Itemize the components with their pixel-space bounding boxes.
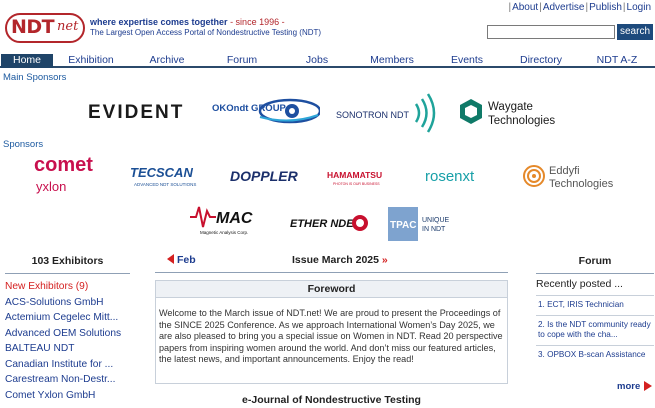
tpac-logo-text: TPAC xyxy=(390,220,416,231)
exhibitor-item[interactable]: ACS-Solutions GmbH xyxy=(5,297,130,313)
mac-logo-text: MAC xyxy=(216,210,253,227)
hamamatsu-logo[interactable]: HAMAMATSU PHOTON IS OUR BUSINESS xyxy=(327,169,407,187)
comet-yxlon-logo[interactable]: comet yxlon xyxy=(34,154,114,194)
exhibitor-item[interactable]: Carestream Non-Destr... xyxy=(5,374,130,390)
previous-issue-label: Feb xyxy=(177,254,196,266)
site-subtitle: The Largest Open Access Portal of Nondes… xyxy=(90,28,322,37)
sonotron-logo-text: SONOTRON NDT xyxy=(336,110,410,120)
nav-ndt-a-z[interactable]: NDT A-Z xyxy=(592,54,642,68)
forum-title[interactable]: Forum xyxy=(536,255,654,267)
doppler-logo-text: DOPPLER xyxy=(230,168,299,184)
login-link[interactable]: Login xyxy=(627,2,651,13)
waygate-logo-line1: Waygate xyxy=(488,101,533,113)
logo-suffix: net xyxy=(57,19,79,34)
search-input[interactable] xyxy=(487,25,615,39)
sponsors-title: Sponsors xyxy=(3,139,44,150)
forum-list: Recently posted ... 1. ECT, IRIS Technic… xyxy=(536,278,654,364)
issue-bar: Feb Issue March 2025 » xyxy=(155,251,508,273)
doppler-logo[interactable]: DOPPLER xyxy=(230,166,310,186)
search-button[interactable]: search xyxy=(617,24,653,40)
issue-title-text: Issue March 2025 xyxy=(292,254,379,266)
yxlon-logo-text: yxlon xyxy=(36,179,66,194)
logo-text: NDT xyxy=(11,16,55,38)
new-exhibitors-link[interactable]: New Exhibitors (9) xyxy=(5,281,130,297)
exhibitors-title[interactable]: 103 Exhibitors xyxy=(5,255,130,267)
nav-events[interactable]: Events xyxy=(446,54,488,68)
main-sponsors-title: Main Sponsors xyxy=(3,72,67,83)
tecscan-logo-text: TECSCAN xyxy=(130,165,193,180)
ndt-net-logo[interactable]: NDT net xyxy=(5,13,85,43)
mac-logo[interactable]: MAC Magnetic Analysis Corp. xyxy=(190,205,270,237)
rosenxt-logo-text: rosenxt xyxy=(425,168,475,185)
forum-post-link[interactable]: 1. ECT, IRIS Technician xyxy=(536,295,654,315)
eddyfi-logo[interactable]: Eddyfi Technologies xyxy=(522,162,627,190)
issue-title: Issue March 2025 » xyxy=(292,254,388,266)
ejournal-title: e-Journal of Nondestructive Testing xyxy=(242,394,421,406)
rosenxt-logo[interactable]: rosenxt xyxy=(425,166,505,186)
exhibitors-rule xyxy=(5,273,130,274)
advertise-link[interactable]: Advertise xyxy=(543,2,585,13)
mac-logo-subtext: Magnetic Analysis Corp. xyxy=(200,230,248,235)
top-links: |About|Advertise|Publish|Login xyxy=(508,2,651,13)
comet-logo-text: comet xyxy=(34,154,93,176)
foreword-panel: Foreword Welcome to the March issue of N… xyxy=(155,280,508,384)
forum-post-link[interactable]: 2. Is the NDT community ready to cope wi… xyxy=(536,314,654,345)
exhibitor-item[interactable]: Comet Yxlon GmbH xyxy=(5,390,130,406)
left-arrow-icon xyxy=(167,254,174,264)
forum-more-link[interactable]: more xyxy=(617,381,640,392)
okondt-logo-text: OKOndt GROUP xyxy=(212,103,287,114)
exhibitor-list: New Exhibitors (9) ACS-Solutions GmbH Ac… xyxy=(5,281,130,405)
nav-exhibition[interactable]: Exhibition xyxy=(62,54,120,68)
exhibitor-item[interactable]: Advanced OEM Solutions xyxy=(5,328,130,344)
ether-nde-logo-text: ETHER NDE xyxy=(290,218,354,230)
tagline-since: - since 1996 - xyxy=(227,17,285,27)
foreword-title: Foreword xyxy=(156,281,507,298)
exhibitor-item[interactable]: Actemium Cegelec Mitt... xyxy=(5,312,130,328)
tpac-logo[interactable]: TPAC UNIQUE IN NDT xyxy=(388,207,464,241)
nav-home[interactable]: Home xyxy=(1,54,53,68)
hamamatsu-logo-text: HAMAMATSU xyxy=(327,170,382,180)
waygate-logo-line2: Technologies xyxy=(488,115,555,127)
tecscan-logo-subtext: ADVANCED NDT SOLUTIONS xyxy=(134,182,196,187)
nav-directory[interactable]: Directory xyxy=(514,54,568,68)
ether-nde-logo[interactable]: ETHER NDE xyxy=(290,212,370,236)
foreword-text: Welcome to the March issue of NDT.net! W… xyxy=(159,308,503,365)
recently-posted-heading: Recently posted ... xyxy=(536,278,623,290)
eddyfi-logo-text: Eddyfi xyxy=(549,165,580,177)
exhibitor-item[interactable]: Canadian Institute for ... xyxy=(5,359,130,375)
right-arrow-icon[interactable] xyxy=(644,381,652,391)
tecscan-logo[interactable]: TECSCAN ADVANCED NDT SOLUTIONS xyxy=(130,165,214,189)
nav-forum[interactable]: Forum xyxy=(220,54,264,68)
tpac-logo-subtext1: UNIQUE xyxy=(422,217,450,224)
tpac-logo-subtext2: IN NDT xyxy=(422,226,446,233)
forum-post-link[interactable]: 3. OPBOX B-scan Assistance xyxy=(536,344,654,365)
nav-jobs[interactable]: Jobs xyxy=(300,54,334,68)
evident-logo-text: EVIDENT xyxy=(88,102,184,123)
publish-link[interactable]: Publish xyxy=(589,2,622,13)
site-tagline: where expertise comes together - since 1… xyxy=(90,17,285,27)
evident-logo[interactable]: EVIDENT xyxy=(88,98,193,124)
about-link[interactable]: About xyxy=(512,2,538,13)
forum-rule xyxy=(536,273,654,274)
waygate-logo[interactable]: Waygate Technologies xyxy=(460,98,570,128)
tagline-text: where expertise comes together xyxy=(90,17,228,27)
exhibitor-item[interactable]: BALTEAU NDT xyxy=(5,343,130,359)
nav-members[interactable]: Members xyxy=(365,54,419,68)
okondt-logo[interactable]: OKOndt GROUP xyxy=(212,97,322,127)
previous-issue-link[interactable]: Feb xyxy=(167,254,196,266)
nav-archive[interactable]: Archive xyxy=(142,54,192,68)
main-nav: Home Exhibition Archive Forum Jobs Membe… xyxy=(0,54,655,68)
hamamatsu-logo-subtext: PHOTON IS OUR BUSINESS xyxy=(333,182,380,186)
sonotron-logo[interactable]: SONOTRON NDT xyxy=(336,92,442,134)
eddyfi-logo-subtext: Technologies xyxy=(549,178,614,190)
next-issue-icon[interactable]: » xyxy=(382,254,388,266)
